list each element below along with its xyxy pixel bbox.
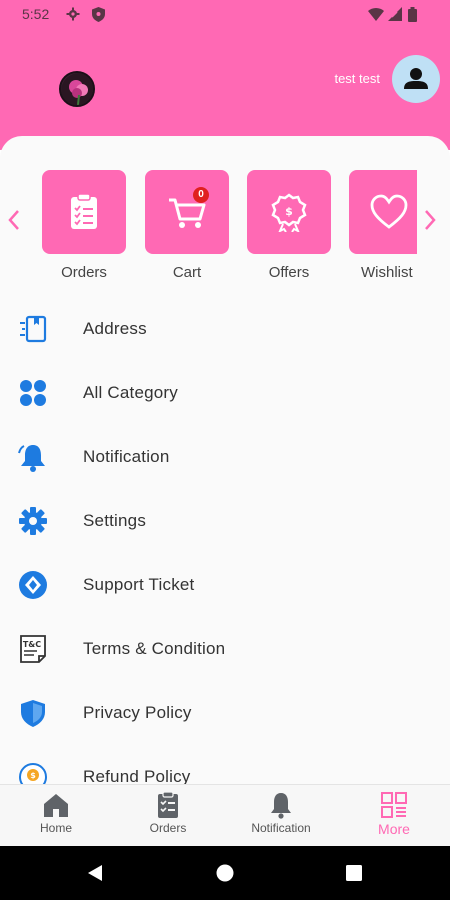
nav-label: Notification bbox=[251, 821, 311, 835]
nav-orders[interactable]: Orders bbox=[112, 785, 224, 847]
more-menu-list: Address All Category Notification Settin… bbox=[0, 298, 450, 784]
quick-action-label: Cart bbox=[172, 264, 202, 281]
menu-item-label: Refund Policy bbox=[83, 767, 191, 784]
back-icon[interactable] bbox=[86, 864, 104, 882]
clipboard-icon bbox=[71, 193, 97, 229]
menu-item-label: Notification bbox=[83, 447, 170, 466]
menu-item-support-ticket[interactable]: Support Ticket bbox=[0, 554, 450, 618]
status-bar: 5:52 bbox=[0, 0, 450, 30]
bell-icon bbox=[18, 445, 45, 472]
battery-icon bbox=[408, 7, 417, 22]
grid-dots-icon bbox=[20, 380, 46, 406]
bottom-navigation: Home Orders Notification More bbox=[0, 784, 450, 846]
nav-more[interactable]: More bbox=[338, 785, 450, 847]
menu-item-label: Support Ticket bbox=[83, 575, 195, 594]
home-circle-icon[interactable] bbox=[216, 864, 234, 882]
person-icon bbox=[404, 68, 428, 89]
brand-logo bbox=[59, 71, 95, 107]
main-card: Orders 0 Cart $ Offers Wishlist Address … bbox=[0, 136, 450, 784]
offer-badge-icon: $ bbox=[271, 193, 307, 232]
quick-action-cart[interactable]: 0 Cart bbox=[145, 170, 229, 281]
quick-action-label: Orders bbox=[61, 264, 107, 281]
menu-item-settings[interactable]: Settings bbox=[0, 490, 450, 554]
system-navigation-bar bbox=[0, 846, 450, 900]
wifi-icon bbox=[368, 8, 384, 21]
diamond-circle-icon bbox=[19, 571, 47, 599]
refund-icon: $ bbox=[19, 763, 47, 784]
menu-item-label: Privacy Policy bbox=[83, 703, 192, 722]
profile-header: test test bbox=[0, 30, 450, 150]
nav-home[interactable]: Home bbox=[0, 785, 112, 847]
menu-item-all-category[interactable]: All Category bbox=[0, 362, 450, 426]
heart-icon bbox=[370, 194, 408, 229]
gear-icon bbox=[19, 507, 47, 535]
menu-item-label: Terms & Condition bbox=[83, 639, 226, 658]
bell-icon bbox=[271, 793, 291, 819]
menu-item-privacy-policy[interactable]: Privacy Policy bbox=[0, 682, 450, 746]
cart-count-badge: 0 bbox=[193, 187, 209, 203]
menu-item-notification[interactable]: Notification bbox=[0, 426, 450, 490]
shield-icon bbox=[21, 700, 45, 727]
signal-icon bbox=[388, 7, 402, 21]
quick-action-offers[interactable]: $ Offers bbox=[247, 170, 331, 281]
status-time: 5:52 bbox=[22, 6, 50, 22]
settings-status-icon bbox=[66, 7, 80, 21]
offers-tile[interactable]: $ bbox=[247, 170, 331, 254]
nav-label: More bbox=[378, 821, 410, 837]
orders-tile[interactable] bbox=[42, 170, 126, 254]
tc-document-icon: T&C bbox=[20, 635, 46, 663]
quick-action-wishlist[interactable]: Wishlist bbox=[349, 170, 417, 281]
menu-item-terms[interactable]: T&C Terms & Condition bbox=[0, 618, 450, 682]
username: test test bbox=[334, 71, 380, 86]
menu-item-label: All Category bbox=[83, 383, 178, 402]
avatar[interactable] bbox=[392, 55, 440, 103]
address-book-icon bbox=[20, 315, 47, 343]
nav-label: Orders bbox=[149, 821, 187, 835]
menu-item-address[interactable]: Address bbox=[0, 298, 450, 362]
svg-text:$: $ bbox=[285, 205, 293, 218]
svg-text:T&C: T&C bbox=[23, 640, 41, 649]
quick-action-label: Offers bbox=[268, 264, 310, 281]
menu-item-label: Address bbox=[83, 319, 147, 338]
quick-action-orders[interactable]: Orders bbox=[42, 170, 126, 281]
quick-actions-carousel: Orders 0 Cart $ Offers Wishlist bbox=[0, 136, 450, 286]
cart-tile[interactable]: 0 bbox=[145, 170, 229, 254]
chevron-left-icon[interactable] bbox=[6, 208, 22, 232]
recents-icon[interactable] bbox=[346, 865, 362, 881]
menu-item-refund-policy[interactable]: $ Refund Policy bbox=[0, 746, 450, 784]
shield-status-icon bbox=[92, 7, 105, 22]
quick-action-label: Wishlist bbox=[361, 264, 413, 281]
nav-notification[interactable]: Notification bbox=[225, 785, 337, 847]
flower-logo-icon bbox=[61, 73, 93, 105]
menu-item-label: Settings bbox=[83, 511, 147, 530]
chevron-right-icon[interactable] bbox=[422, 208, 438, 232]
home-icon bbox=[44, 794, 68, 817]
nav-label: Home bbox=[39, 821, 72, 835]
wishlist-tile[interactable] bbox=[349, 170, 417, 254]
svg-text:$: $ bbox=[30, 771, 36, 780]
qr-grid-icon bbox=[381, 792, 407, 818]
clipboard-icon bbox=[158, 791, 178, 818]
